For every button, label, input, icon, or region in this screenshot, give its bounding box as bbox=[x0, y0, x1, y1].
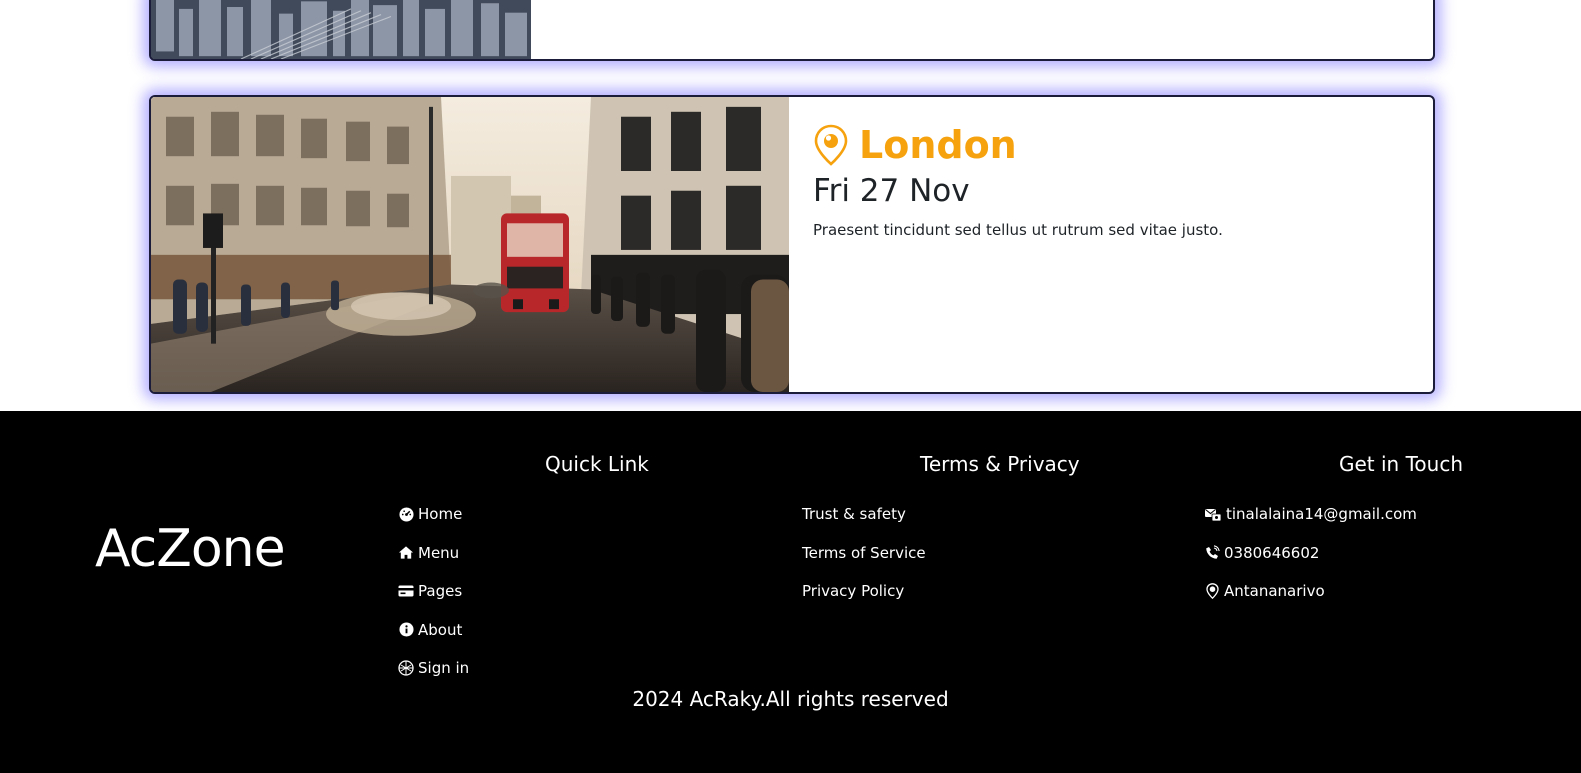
footer-link-menu[interactable]: Menu bbox=[398, 534, 469, 573]
footer-link-label: Pages bbox=[418, 582, 463, 601]
footer-link-label: About bbox=[418, 620, 463, 639]
footer-link-label: Menu bbox=[418, 543, 460, 562]
quick-link-list: Home Menu Pages About Sign in bbox=[398, 495, 469, 688]
event-date: Fri 27 Nov bbox=[813, 173, 970, 209]
footer-link-terms-of-service[interactable]: Terms of Service bbox=[802, 534, 926, 573]
footer-link-label: Privacy Policy bbox=[802, 582, 905, 601]
footer-link-about[interactable]: About bbox=[398, 611, 469, 650]
site-footer: AcZone Quick Link Home Menu Pages About … bbox=[0, 411, 1581, 773]
destination-card-london[interactable]: London Fri 27 Nov Praesent tincidunt sed… bbox=[149, 95, 1435, 394]
contact-phone-text: 0380646602 bbox=[1224, 543, 1320, 562]
map-pin-icon bbox=[813, 124, 849, 166]
card-icon bbox=[398, 583, 414, 599]
footer-link-privacy-policy[interactable]: Privacy Policy bbox=[802, 572, 926, 611]
location-icon bbox=[1204, 583, 1220, 600]
copyright-text: 2024 AcRaky.All rights reserved bbox=[632, 687, 949, 711]
terms-list: Trust & safety Terms of Service Privacy … bbox=[802, 495, 926, 611]
contact-heading: Get in Touch bbox=[1339, 452, 1463, 476]
footer-link-label: Terms of Service bbox=[802, 543, 926, 562]
home-icon bbox=[398, 545, 414, 561]
contact-location-text: Antananarivo bbox=[1224, 582, 1325, 601]
city-name: London bbox=[859, 123, 1017, 167]
contact-email[interactable]: tinalalaina14@gmail.com bbox=[1204, 495, 1417, 534]
city-aerial-photo bbox=[151, 0, 531, 59]
footer-link-label: Sign in bbox=[418, 659, 470, 678]
footer-link-sign-in[interactable]: Sign in bbox=[398, 649, 469, 688]
contact-phone[interactable]: 0380646602 bbox=[1204, 534, 1417, 573]
mail-icon bbox=[1204, 506, 1222, 522]
contact-location[interactable]: Antananarivo bbox=[1204, 572, 1417, 611]
grid-globe-icon bbox=[398, 660, 414, 676]
contact-email-text: tinalalaina14@gmail.com bbox=[1226, 505, 1417, 524]
footer-link-label: Trust & safety bbox=[802, 505, 906, 524]
footer-link-label: Home bbox=[418, 505, 463, 524]
london-street-photo bbox=[151, 97, 789, 392]
footer-link-home[interactable]: Home bbox=[398, 495, 469, 534]
card-description: Praesent tincidunt sed tellus ut rutrum … bbox=[813, 221, 1223, 239]
terms-heading: Terms & Privacy bbox=[920, 452, 1080, 476]
info-icon bbox=[398, 622, 414, 638]
phone-icon bbox=[1204, 545, 1220, 561]
footer-brand-logo[interactable]: AcZone bbox=[95, 519, 286, 579]
card-body: London Fri 27 Nov Praesent tincidunt sed… bbox=[789, 97, 1247, 392]
contact-list: tinalalaina14@gmail.com 0380646602 Antan… bbox=[1204, 495, 1417, 611]
footer-link-trust-safety[interactable]: Trust & safety bbox=[802, 495, 926, 534]
dashboard-icon bbox=[398, 506, 414, 522]
destination-card-previous[interactable] bbox=[149, 0, 1435, 61]
footer-link-pages[interactable]: Pages bbox=[398, 572, 469, 611]
quick-link-heading: Quick Link bbox=[545, 452, 649, 476]
page: London Fri 27 Nov Praesent tincidunt sed… bbox=[0, 0, 1581, 773]
city-row: London bbox=[813, 123, 1223, 167]
